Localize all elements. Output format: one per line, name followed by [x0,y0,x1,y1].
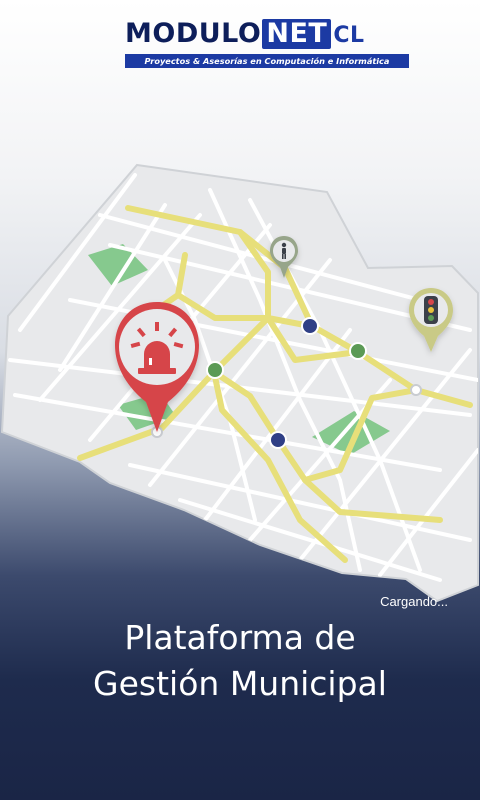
map-node [269,431,287,449]
title-line-2: Gestión Municipal [93,664,387,703]
loading-status: Cargando... [380,594,448,609]
map-node [206,361,224,379]
map-sheet [0,163,479,603]
page-title: Plataforma de Gestión Municipal [0,615,480,707]
map-node [410,384,422,396]
map-node [349,342,367,360]
map-node [301,317,319,335]
title-line-1: Plataforma de [124,618,356,657]
traffic-light-icon [424,296,438,324]
